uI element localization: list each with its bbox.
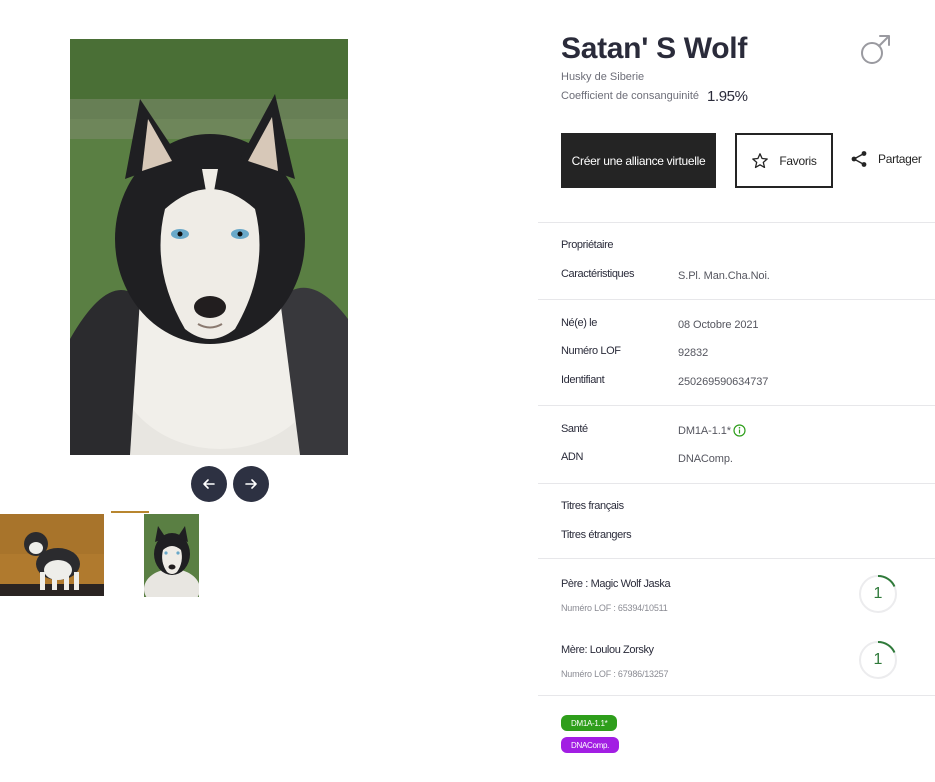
birth-date-value: 08 Octobre 2021 (678, 319, 759, 331)
owner-label: Propriétaire (561, 239, 614, 251)
dna-label: ADN (561, 451, 584, 463)
active-thumbnail-indicator (111, 511, 149, 513)
dna-tag: DNAComp. (561, 737, 620, 753)
french-titles-label: Titres français (561, 500, 624, 512)
divider (538, 558, 935, 559)
mother-lof-number: Numéro LOF : 67986/13257 (561, 669, 669, 679)
thumbnail-puppy[interactable] (0, 514, 104, 596)
coefficient-value: 1.95% (707, 88, 748, 105)
foreign-titles-label: Titres étrangers (561, 529, 632, 541)
divider (538, 405, 935, 406)
health-label: Santé (561, 423, 588, 435)
gallery-next-button[interactable] (233, 466, 269, 502)
gallery-prev-button[interactable] (191, 466, 227, 502)
health-tag: DM1A-1.1* (561, 715, 618, 731)
lof-number-value: 92832 (678, 347, 709, 359)
mother-name-link[interactable]: Mère: Loulou Zorsky (561, 644, 654, 656)
characteristics-label: Caractéristiques (561, 268, 635, 280)
dna-value: DNAComp. (678, 453, 733, 465)
favorites-button[interactable]: Favoris (735, 133, 833, 188)
divider (538, 695, 935, 696)
coefficient-label: Coefficient de consanguinité (561, 90, 700, 102)
health-value: DM1A-1.1* (678, 425, 731, 437)
main-dog-photo (70, 39, 348, 455)
create-virtual-alliance-button[interactable]: Créer une alliance virtuelle (561, 133, 716, 188)
father-badge: 1 (858, 574, 898, 614)
identifier-label: Identifiant (561, 374, 605, 386)
share-icon (851, 151, 867, 167)
info-icon[interactable] (733, 424, 746, 437)
father-lof-number: Numéro LOF : 65394/10511 (561, 603, 668, 613)
identifier-value: 250269590634737 (678, 376, 769, 388)
arrow-right-icon (245, 479, 257, 489)
mother-badge: 1 (858, 640, 898, 680)
share-button[interactable]: Partager (850, 150, 922, 168)
lof-number-label: Numéro LOF (561, 345, 621, 357)
star-icon (752, 152, 769, 168)
favorites-label: Favoris (779, 153, 817, 168)
father-badge-value: 1 (873, 585, 883, 602)
birth-date-label: Né(e) le (561, 317, 597, 329)
dog-breed: Husky de Siberie (561, 71, 645, 83)
thumbnail-portrait[interactable] (144, 514, 199, 597)
father-name-link[interactable]: Père : Magic Wolf Jaska (561, 578, 671, 590)
share-label: Partager (878, 152, 922, 166)
dog-name-title: Satan' S Wolf (561, 32, 748, 65)
male-icon (861, 35, 890, 64)
divider (538, 222, 935, 223)
divider (538, 483, 935, 484)
arrow-left-icon (203, 479, 215, 489)
characteristics-value: S.Pl. Man.Cha.Noi. (678, 270, 770, 282)
mother-badge-value: 1 (873, 651, 883, 668)
divider (538, 299, 935, 300)
